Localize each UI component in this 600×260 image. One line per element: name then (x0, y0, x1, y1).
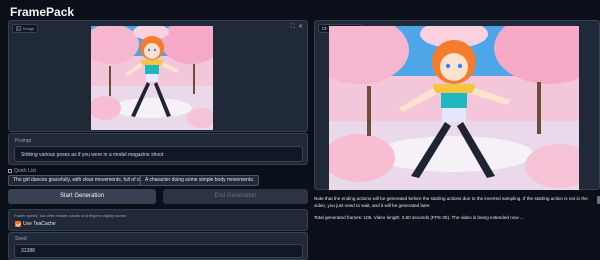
quick-list-label-text: Quick List (14, 168, 36, 174)
fullscreen-icon[interactable]: ⛶ (291, 24, 295, 30)
list-icon (8, 168, 12, 173)
seed-input[interactable]: 31388 (14, 244, 303, 258)
result-video[interactable] (329, 26, 579, 190)
video-icon (322, 27, 327, 30)
teacache-checkbox[interactable] (15, 221, 21, 227)
start-generation-button[interactable]: Start Generation (8, 189, 156, 204)
quick-list-item-1[interactable]: A character doing some simple body movem… (140, 175, 260, 186)
seed-panel: Seed 31388 (8, 232, 308, 260)
prompt-label: Prompt (15, 138, 32, 144)
close-icon[interactable]: ✕ (298, 24, 303, 30)
image-tag-label: Image (23, 26, 35, 31)
app-title: FramePack (10, 5, 75, 19)
teacache-info: Faster speed, but often makes hands and … (14, 213, 128, 218)
quick-list-item-0[interactable]: The girl dances gracefully, with clear m… (8, 175, 158, 186)
image-icon (16, 26, 21, 31)
seed-label: Seed (15, 236, 27, 242)
teacache-panel: Faster speed, but often makes hands and … (8, 209, 308, 231)
generation-note: Note that the ending actions will be gen… (314, 196, 588, 208)
image-tag: Image (12, 24, 39, 33)
end-generation-button[interactable]: End Generation (163, 189, 308, 204)
teacache-label: Use TeaCache (23, 221, 56, 227)
prompt-input[interactable]: Striking various poses as if you were in… (14, 146, 303, 162)
prompt-panel: Prompt Striking various poses as if you … (8, 133, 308, 165)
video-panel: Finished Frames (314, 20, 600, 190)
input-image[interactable] (91, 26, 213, 130)
generation-status: Total generated frames: 105, Video lengt… (314, 215, 524, 220)
quick-list-label: Quick List (8, 168, 36, 174)
image-panel: Image ⛶ ✕ (8, 20, 308, 132)
